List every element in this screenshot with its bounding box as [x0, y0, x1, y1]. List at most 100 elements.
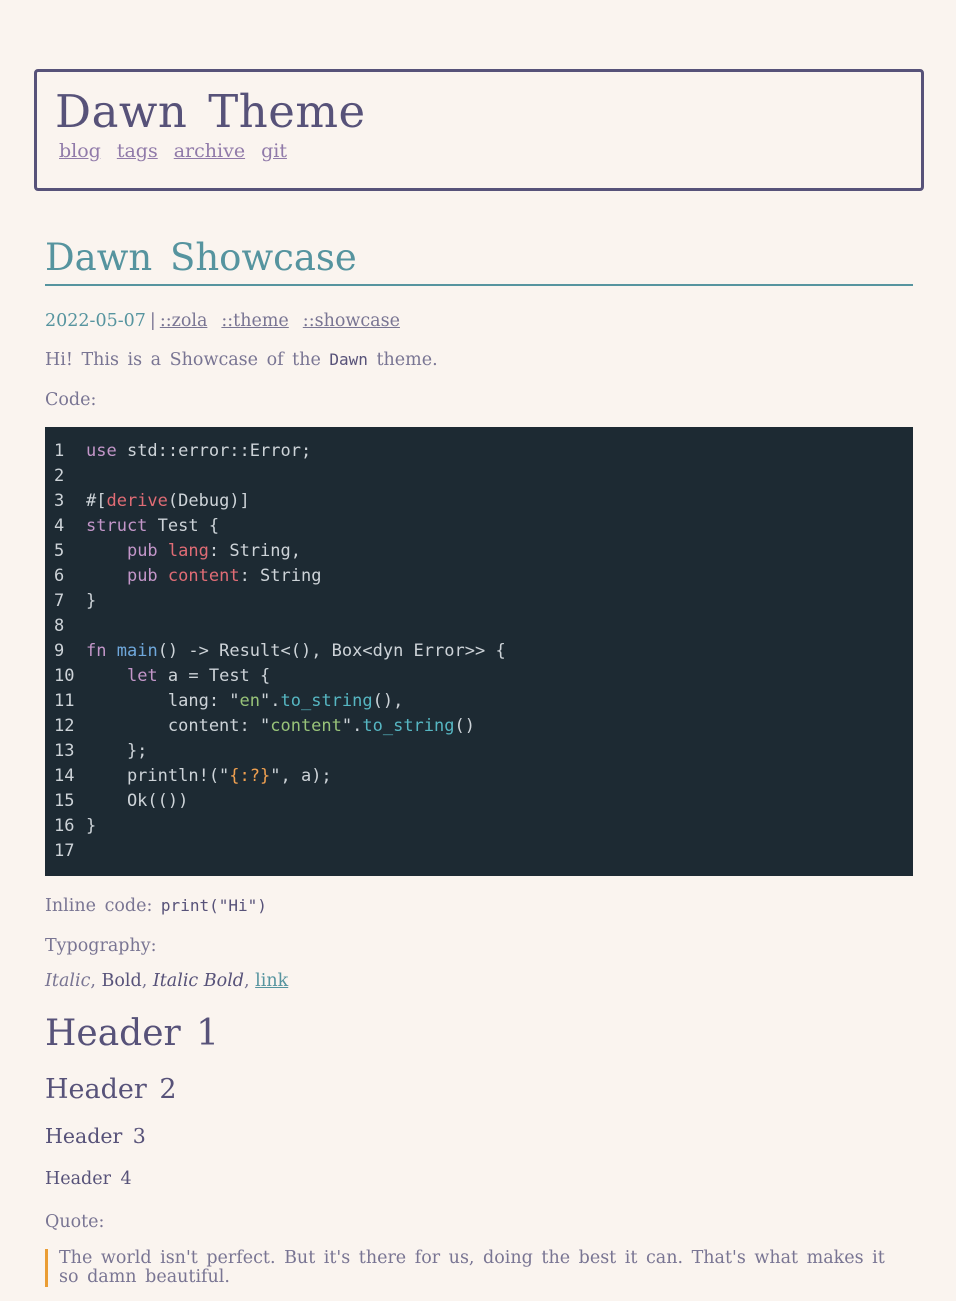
typography-sample: Italic, Bold, Italic Bold, link: [45, 969, 288, 993]
comma: ,: [90, 971, 102, 991]
code-token-kw: pub: [126, 541, 158, 561]
code-line: 8: [45, 614, 913, 639]
code-token-attr: content: [167, 566, 240, 586]
code-token-plain: () -> Result<(), Box<dyn Error>> {: [157, 641, 506, 661]
code-line: 3 #[derive(Debug)]: [45, 489, 913, 514]
code-token-method: to_string: [362, 716, 455, 736]
code-block: 1 use std::error::Error;23 #[derive(Debug)…: [45, 427, 913, 876]
code-text: println!("{:?}", a);: [86, 764, 913, 789]
code-token-plain: ".: [341, 716, 363, 736]
code-line: 6 pub content: String: [45, 564, 913, 589]
title-divider: [45, 284, 913, 286]
bold-text: Bold: [101, 971, 142, 991]
code-line: 13 };: [45, 739, 913, 764]
intro-text: Hi! This is a Showcase of the: [45, 350, 330, 370]
comma: ,: [141, 971, 153, 991]
code-text: content: "content".to_string(): [86, 714, 913, 739]
nav-link-archive[interactable]: archive: [174, 140, 245, 162]
code-token-plain: Ok(()): [86, 791, 189, 811]
code-token-plain: std::error::Error;: [116, 441, 312, 461]
header-1: Header 1: [45, 1013, 220, 1054]
intro-text-end: theme.: [367, 350, 438, 370]
code-text: }: [86, 589, 913, 614]
sample-link[interactable]: link: [255, 971, 288, 991]
code-line: 2: [45, 464, 913, 489]
code-line: 17: [45, 839, 913, 864]
code-line: 11 lang: "en".to_string(),: [45, 689, 913, 714]
inline-code-label: Inline code:: [45, 896, 161, 916]
line-number: 14: [54, 766, 75, 786]
quote-label: Quote:: [45, 1212, 105, 1232]
code-token-plain: a = Test {: [157, 666, 271, 686]
code-token-plain: #[: [86, 491, 107, 511]
code-token-method: to_string: [280, 691, 373, 711]
nav-link-git[interactable]: git: [261, 140, 287, 162]
code-line: 14 println!("{:?}", a);: [45, 764, 913, 789]
code-token-plain: : String,: [208, 541, 301, 561]
code-token-kw: struct: [86, 516, 148, 536]
code-token-fn: main: [116, 641, 158, 661]
code-text: #[derive(Debug)]: [86, 489, 913, 514]
tag-link-theme[interactable]: ::theme: [221, 311, 288, 331]
code-token-plain: ", a);: [270, 766, 332, 786]
code-token-plain: }: [86, 816, 97, 836]
meta-separator: |: [149, 311, 156, 331]
blockquote: The world isn't perfect. But it's there …: [45, 1249, 889, 1287]
line-number: 6: [54, 566, 65, 586]
comma: ,: [244, 971, 256, 991]
nav-link-blog[interactable]: blog: [59, 140, 101, 162]
line-number: 1: [54, 441, 65, 461]
inline-code: print("Hi"): [160, 896, 267, 915]
code-token-kw: let: [126, 666, 158, 686]
code-token-plain: println!(": [86, 766, 230, 786]
line-number: 15: [54, 791, 75, 811]
tag-link-zola[interactable]: ::zola: [160, 311, 208, 331]
site-header: Dawn Theme blog tags archive git: [34, 69, 924, 191]
line-number: 10: [54, 666, 75, 686]
line-number: 2: [54, 466, 65, 486]
code-line: 4 struct Test {: [45, 514, 913, 539]
code-token-plain: (),: [372, 691, 404, 711]
inline-code-paragraph: Inline code: print("Hi"): [45, 894, 267, 918]
code-token-plain: ".: [260, 691, 281, 711]
code-token-plain: (): [454, 716, 475, 736]
line-number: 9: [54, 641, 65, 661]
code-token-plain: content: ": [86, 716, 271, 736]
code-text: let a = Test {: [86, 664, 913, 689]
header-3: Header 3: [45, 1124, 146, 1148]
code-token-plain: (Debug)]: [167, 491, 250, 511]
line-number: 5: [54, 541, 65, 561]
site-title[interactable]: Dawn Theme: [55, 84, 366, 140]
italic-bold-text: Italic Bold: [152, 971, 244, 991]
header-4: Header 4: [45, 1169, 132, 1189]
code-label: Code:: [45, 390, 97, 410]
post-title: Dawn Showcase: [45, 236, 357, 279]
intro-paragraph: Hi! This is a Showcase of the Dawn theme…: [45, 348, 438, 372]
code-token-plain: Test {: [147, 516, 220, 536]
code-token-fmt: {:?}: [229, 766, 271, 786]
code-token-plain: };: [86, 741, 148, 761]
line-number: 13: [54, 741, 75, 761]
line-number: 3: [54, 491, 65, 511]
code-token-kw: fn: [86, 641, 107, 661]
nav-link-tags[interactable]: tags: [117, 140, 158, 162]
code-token-kw: use: [86, 441, 117, 461]
tag-link-showcase[interactable]: ::showcase: [303, 311, 400, 331]
line-number: 7: [54, 591, 65, 611]
code-line: 5 pub lang: String,: [45, 539, 913, 564]
code-line: 1 use std::error::Error;: [45, 439, 913, 464]
header-2: Header 2: [45, 1074, 177, 1105]
line-number: 16: [54, 816, 75, 836]
code-line: 7}: [45, 589, 913, 614]
code-line: 15 Ok(()): [45, 789, 913, 814]
code-token-str: en: [239, 691, 261, 711]
code-token-str: content: [270, 716, 342, 736]
code-token-plain: lang: ": [86, 691, 240, 711]
code-token-plain: }: [86, 591, 97, 611]
